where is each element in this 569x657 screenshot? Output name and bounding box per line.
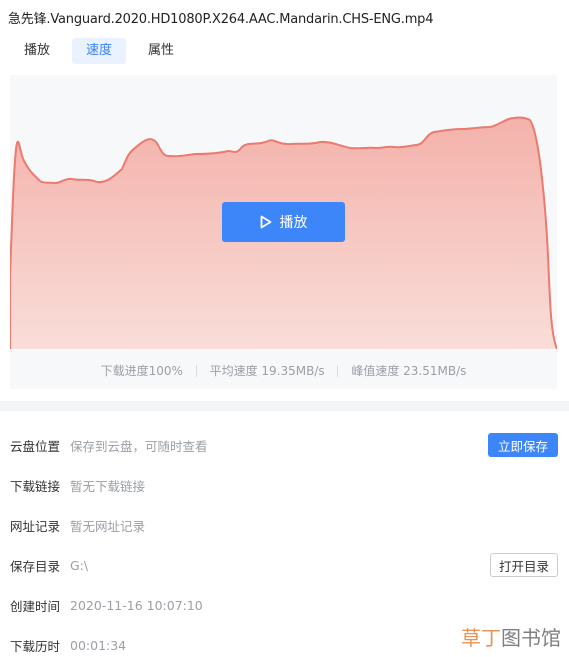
peak-speed: 峰值速度 23.51MB/s [351, 364, 467, 378]
tab-bar: 播放 速度 属性 [10, 38, 196, 64]
info-row-link: 下载链接 暂无下载链接 [10, 473, 558, 497]
download-link-label: 下载链接 [10, 478, 61, 494]
watermark-logo: 草丁图书馆 [461, 622, 561, 651]
info-row-created: 创建时间 2020-11-16 10:07:10 [10, 593, 558, 617]
open-dir-button[interactable]: 打开目录 [490, 553, 558, 577]
play-triangle-icon [260, 215, 271, 229]
info-row-dir: 保存目录 G:\ 打开目录 [10, 553, 558, 577]
tab-properties[interactable]: 属性 [134, 38, 188, 64]
play-button-label: 播放 [279, 215, 308, 231]
speed-chart-panel: 播放 下载进度100% 平均速度 19.35MB/s 峰值速度 23.51MB/… [10, 75, 557, 389]
section-divider [0, 401, 569, 411]
cloud-location-label: 云盘位置 [10, 438, 61, 454]
url-record-value: 暂无网址记录 [70, 518, 146, 534]
info-row-cloud: 云盘位置 保存到云盘，可随时查看 立即保存 [10, 433, 558, 457]
download-duration-label: 下载历时 [10, 638, 61, 654]
watermark-text-a: 草丁 [461, 626, 501, 650]
save-dir-label: 保存目录 [10, 558, 61, 574]
tab-speed[interactable]: 速度 [72, 38, 127, 64]
created-time-value: 2020-11-16 10:07:10 [70, 597, 203, 613]
download-progress: 下载进度100% [100, 364, 183, 378]
average-speed: 平均速度 19.35MB/s [209, 364, 325, 378]
download-link-value: 暂无下载链接 [70, 478, 146, 494]
created-time-label: 创建时间 [10, 598, 61, 614]
stats-divider [195, 365, 197, 377]
stats-divider [337, 365, 339, 377]
play-button[interactable]: 播放 [222, 202, 345, 242]
window-title: 急先锋.Vanguard.2020.HD1080P.X264.AAC.Manda… [8, 12, 434, 27]
url-record-label: 网址记录 [10, 518, 61, 534]
save-dir-value: G:\ [70, 557, 89, 573]
info-row-url: 网址记录 暂无网址记录 [10, 513, 558, 537]
save-now-button[interactable]: 立即保存 [488, 433, 558, 457]
cloud-location-value: 保存到云盘，可随时查看 [70, 438, 208, 454]
speed-stats: 下载进度100% 平均速度 19.35MB/s 峰值速度 23.51MB/s [10, 362, 557, 379]
speed-area [10, 117, 557, 389]
tab-play[interactable]: 播放 [10, 38, 64, 64]
watermark-text-b: 图书馆 [501, 626, 561, 650]
